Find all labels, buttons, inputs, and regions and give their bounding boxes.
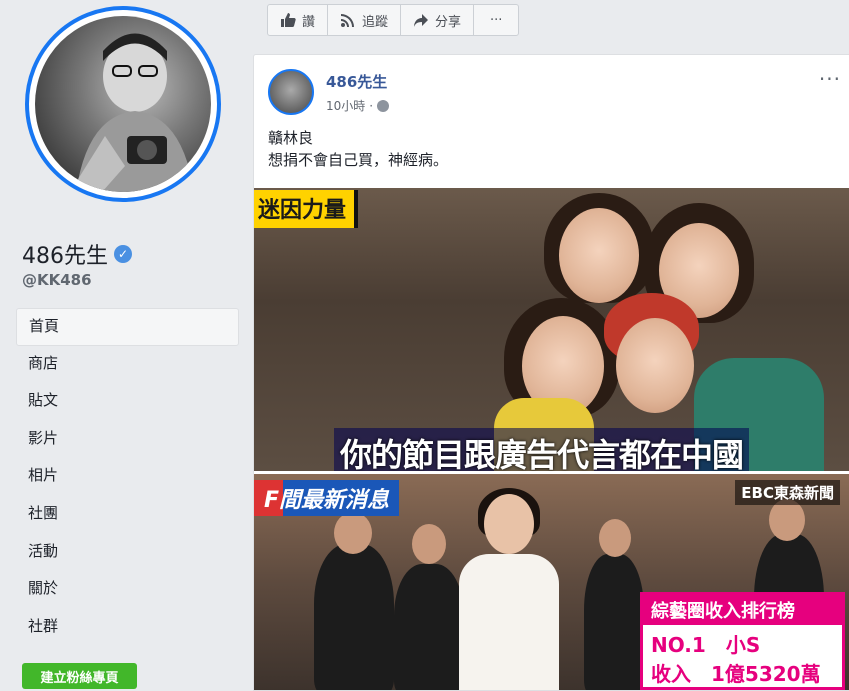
globe-icon — [377, 99, 390, 112]
ranking-line-2: 收入 1億5320萬 — [651, 662, 821, 686]
thumbs-up-icon — [281, 13, 296, 27]
ebc-logo: EBC東森新聞 — [735, 480, 840, 505]
woman-in-white — [454, 484, 564, 690]
news-tag-label: F間最新消息 — [254, 480, 400, 516]
post-author-avatar[interactable] — [268, 69, 314, 115]
post-image-2[interactable]: F間最新消息 EBC東森新聞 綜藝圈收入排行榜 NO.1 小S 收入 1億532… — [254, 474, 849, 690]
like-button[interactable]: 讚 — [268, 5, 329, 35]
income-ranking-box: 綜藝圈收入排行榜 NO.1 小S 收入 1億5320萬 — [640, 592, 845, 690]
create-page-button[interactable]: 建立粉絲專頁 — [22, 663, 137, 689]
nav-item-home[interactable]: 首頁 — [16, 308, 239, 346]
nav-item-shop[interactable]: 商店 — [16, 346, 239, 384]
post-text-line-2: 想捐不會自己買，神經病。 — [268, 151, 449, 169]
post-meta: 10小時 · — [326, 97, 390, 114]
post-author-name[interactable]: 486先生 — [326, 71, 387, 92]
nav-item-posts[interactable]: 貼文 — [16, 383, 239, 421]
page-name[interactable]: 486先生 ✓ — [22, 238, 132, 270]
profile-photo — [35, 16, 211, 192]
post-text: 贛林良 想捐不會自己買，神經病。 — [268, 127, 448, 171]
share-button[interactable]: 分享 — [401, 5, 475, 35]
nav-item-about[interactable]: 關於 — [16, 571, 239, 609]
follow-button[interactable]: 追蹤 — [328, 5, 402, 35]
meme-tag-label: 迷因力量 — [254, 190, 359, 228]
nav-item-groups[interactable]: 社團 — [16, 496, 239, 534]
nav-item-videos[interactable]: 影片 — [16, 421, 239, 459]
meta-separator: · — [369, 98, 374, 113]
nav-item-community[interactable]: 社群 — [16, 609, 239, 647]
share-label: 分享 — [435, 14, 462, 30]
page-nav: 首頁 商店 貼文 影片 相片 社團 活動 關於 社群 — [16, 308, 239, 646]
post-card: 486先生 10小時 · ··· 贛林良 想捐不會自己買，神經病。 迷因力量 你… — [253, 54, 849, 691]
rss-follow-icon — [341, 14, 355, 27]
left-column: 486先生 ✓ @KK486 首頁 商店 貼文 影片 相片 社團 活動 關於 社… — [0, 0, 245, 691]
page-action-bar: 讚 追蹤 分享 ··· — [267, 4, 520, 36]
post-image-1[interactable]: 迷因力量 你的節目跟廣告代言都在中國 — [254, 188, 849, 471]
post-text-line-1: 贛林良 — [268, 129, 314, 147]
share-arrow-icon — [414, 14, 429, 27]
nav-item-photos[interactable]: 相片 — [16, 458, 239, 496]
more-icon: ··· — [490, 12, 503, 28]
like-label: 讚 — [302, 14, 316, 30]
profile-picture[interactable] — [25, 6, 221, 202]
page-name-text: 486先生 — [22, 244, 108, 269]
ranking-line-1: NO.1 小S — [651, 633, 761, 657]
verified-badge-icon: ✓ — [114, 245, 132, 263]
image-1-subtitle: 你的節目跟廣告代言都在中國 — [334, 428, 750, 471]
nav-item-events[interactable]: 活動 — [16, 534, 239, 572]
post-options-icon[interactable]: ··· — [819, 67, 841, 91]
more-actions-button[interactable]: ··· — [474, 5, 518, 35]
follow-label: 追蹤 — [362, 14, 389, 30]
page-handle: @KK486 — [22, 271, 92, 289]
post-timestamp[interactable]: 10小時 — [326, 97, 365, 114]
ranking-title: 綜藝圈收入排行榜 — [643, 595, 842, 625]
